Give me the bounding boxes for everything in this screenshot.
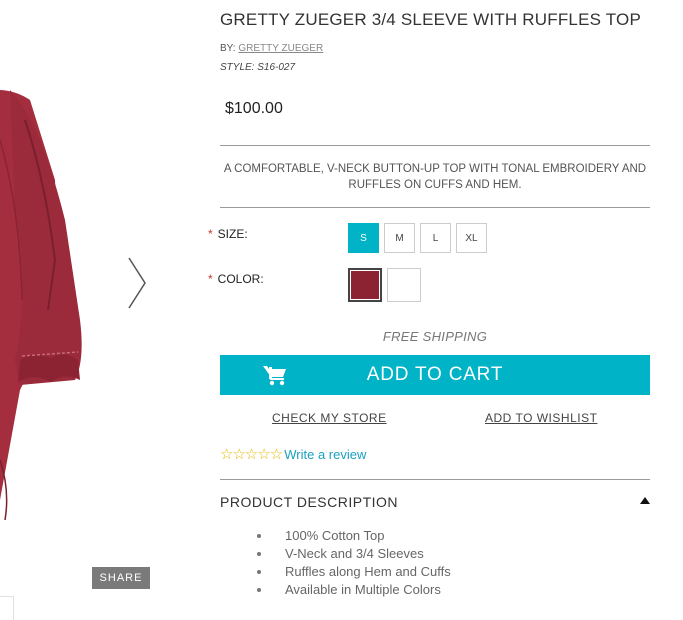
swatch-fill (390, 271, 418, 299)
brand-line: BY: GRETTY ZUEGER (220, 43, 323, 54)
style-number: STYLE: S16-027 (220, 62, 296, 73)
color-label-text: COLOR: (217, 272, 264, 286)
description-list: 100% Cotton Top V-Neck and 3/4 Sleeves R… (257, 527, 451, 599)
share-button[interactable]: SHARE (92, 567, 150, 589)
product-summary: A COMFORTABLE, V-NECK BUTTON-UP TOP WITH… (223, 163, 647, 191)
chevron-right-icon[interactable] (126, 256, 148, 310)
list-item: 100% Cotton Top (257, 527, 451, 545)
size-option-m[interactable]: M (384, 223, 415, 253)
triangle-up-icon[interactable] (640, 497, 650, 504)
product-price: $100.00 (225, 100, 283, 117)
color-selector (348, 268, 421, 302)
size-label-text: SIZE: (217, 227, 248, 241)
product-description-heading: PRODUCT DESCRIPTION (220, 494, 399, 510)
add-to-cart-label: ADD TO CART (366, 364, 504, 385)
rating-row: ☆☆☆☆☆ Write a review (220, 445, 366, 463)
product-description-toggle[interactable]: PRODUCT DESCRIPTION (220, 494, 650, 510)
product-image[interactable] (0, 60, 160, 560)
product-image-area: SHARE (0, 0, 200, 620)
product-title: GRETTY ZUEGER 3/4 SLEEVE WITH RUFFLES TO… (220, 10, 642, 29)
required-mark: * (208, 272, 213, 286)
star-rating[interactable]: ☆☆☆☆☆ (220, 445, 283, 463)
image-frame-corner (0, 596, 14, 620)
size-selector: S M L XL (348, 223, 487, 253)
size-option-l[interactable]: L (420, 223, 451, 253)
list-item: Available in Multiple Colors (257, 581, 451, 599)
color-swatch-white[interactable] (387, 268, 421, 302)
list-item: Ruffles along Hem and Cuffs (257, 563, 451, 581)
size-option-xl[interactable]: XL (456, 223, 487, 253)
size-label: * SIZE: (208, 227, 248, 241)
color-label: * COLOR: (208, 272, 264, 286)
divider (220, 479, 650, 480)
required-mark: * (208, 227, 213, 241)
check-my-store-link[interactable]: CHECK MY STORE (272, 411, 387, 425)
add-to-wishlist-link[interactable]: ADD TO WISHLIST (485, 411, 597, 425)
by-label: BY: (220, 43, 236, 54)
list-item: V-Neck and 3/4 Sleeves (257, 545, 451, 563)
brand-link[interactable]: GRETTY ZUEGER (238, 43, 323, 54)
free-shipping-text: FREE SHIPPING (382, 329, 488, 344)
add-to-cart-button[interactable]: ADD TO CART (220, 355, 650, 395)
swatch-fill (351, 271, 379, 299)
size-option-s[interactable]: S (348, 223, 379, 253)
write-review-link[interactable]: Write a review (284, 447, 366, 462)
color-swatch-red[interactable] (348, 268, 382, 302)
divider (220, 145, 650, 146)
divider (220, 207, 650, 208)
